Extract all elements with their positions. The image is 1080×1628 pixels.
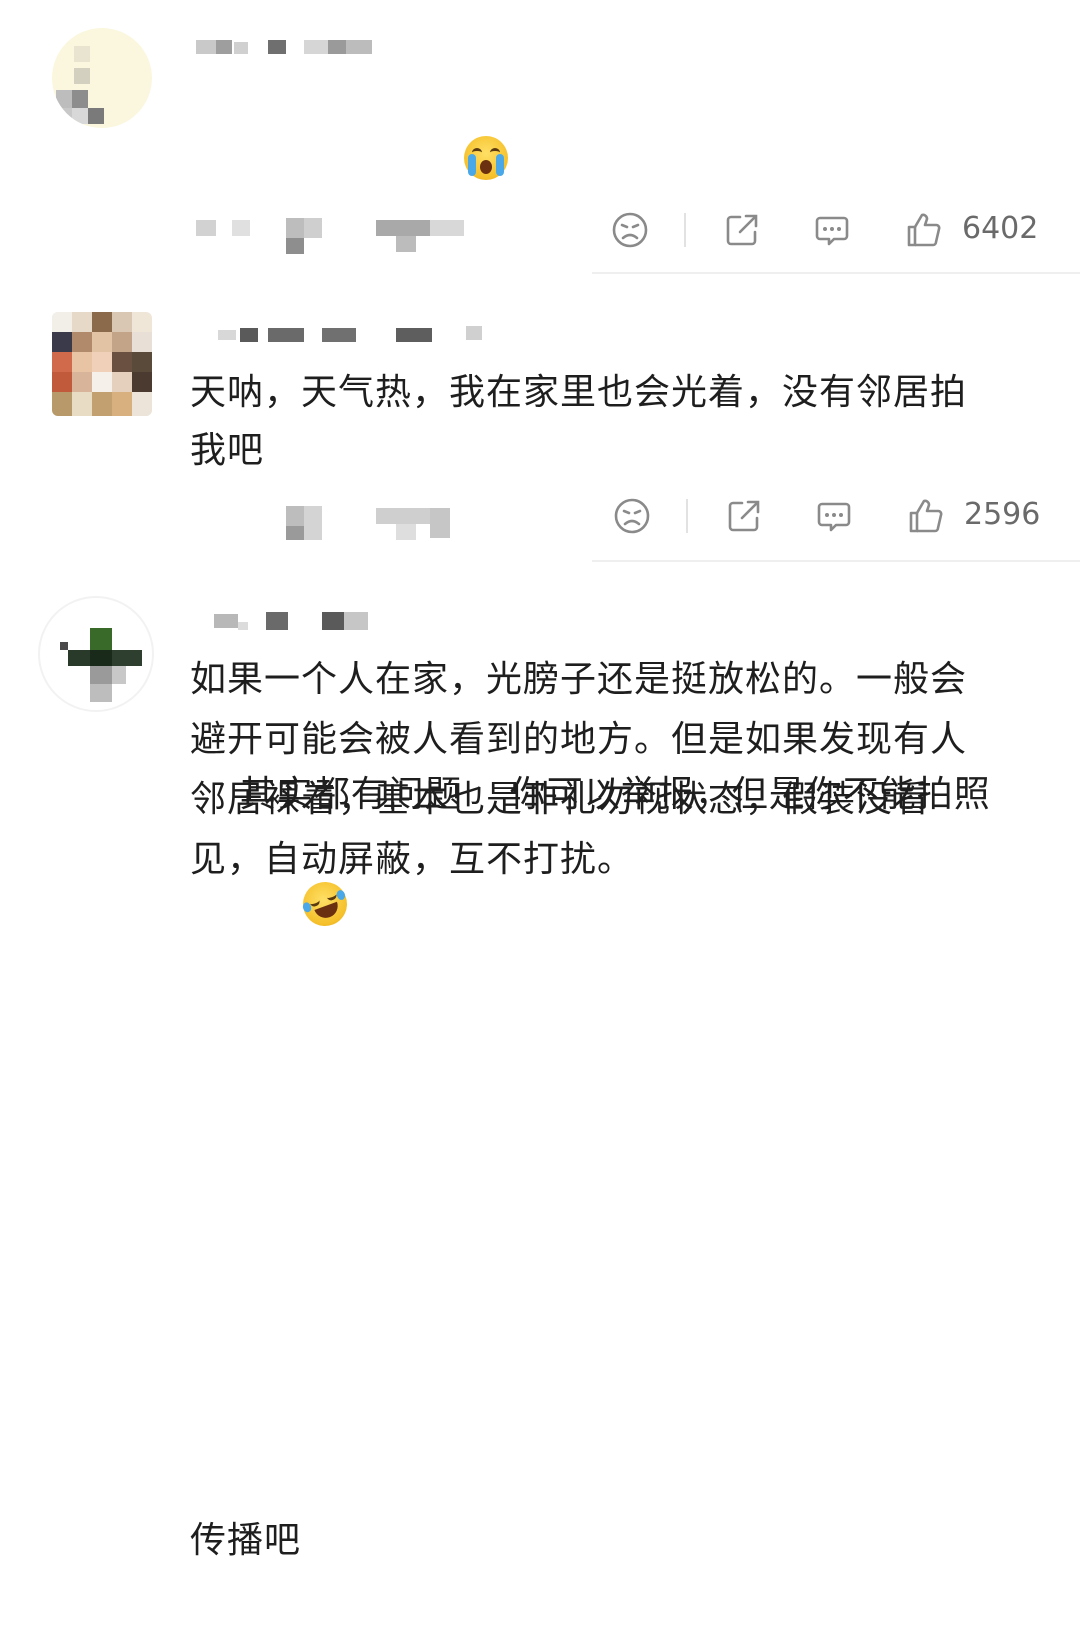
avatar[interactable] — [52, 312, 152, 416]
like-button[interactable] — [904, 210, 944, 250]
like-button[interactable] — [906, 496, 946, 536]
like-count: 2596 — [964, 497, 1041, 532]
share-icon — [726, 214, 758, 246]
thumbs-up-icon — [907, 213, 941, 247]
divider — [592, 272, 1080, 274]
like-count: 6402 — [962, 211, 1039, 246]
avatar[interactable] — [52, 28, 152, 128]
divider — [592, 560, 1080, 562]
sad-face-icon — [614, 498, 650, 534]
share-icon — [728, 500, 760, 532]
avatar[interactable] — [38, 596, 154, 712]
comment-text-part: 传播吧 — [190, 1520, 302, 1561]
sad-face-icon — [612, 212, 648, 248]
dislike-button[interactable] — [612, 496, 652, 536]
share-button[interactable] — [722, 210, 762, 250]
reply-button[interactable] — [814, 496, 854, 536]
comment-text: 如果一个人在家，光膀子还是挺放松的。一般会 避开可能会被人看到的地方。但是如果发… — [190, 659, 968, 880]
action-separator — [684, 213, 686, 247]
dislike-button[interactable] — [610, 210, 650, 250]
share-button[interactable] — [724, 496, 764, 536]
action-separator — [686, 499, 688, 533]
comment-icon — [817, 502, 851, 532]
comment-icon — [815, 216, 849, 246]
thumbs-up-icon — [909, 499, 943, 533]
comment-text: 天呐，天气热，我在家里也会光着，没有邻居拍 我吧 — [190, 372, 968, 471]
reply-button[interactable] — [812, 210, 852, 250]
crying-face-emoji-icon — [463, 136, 508, 180]
